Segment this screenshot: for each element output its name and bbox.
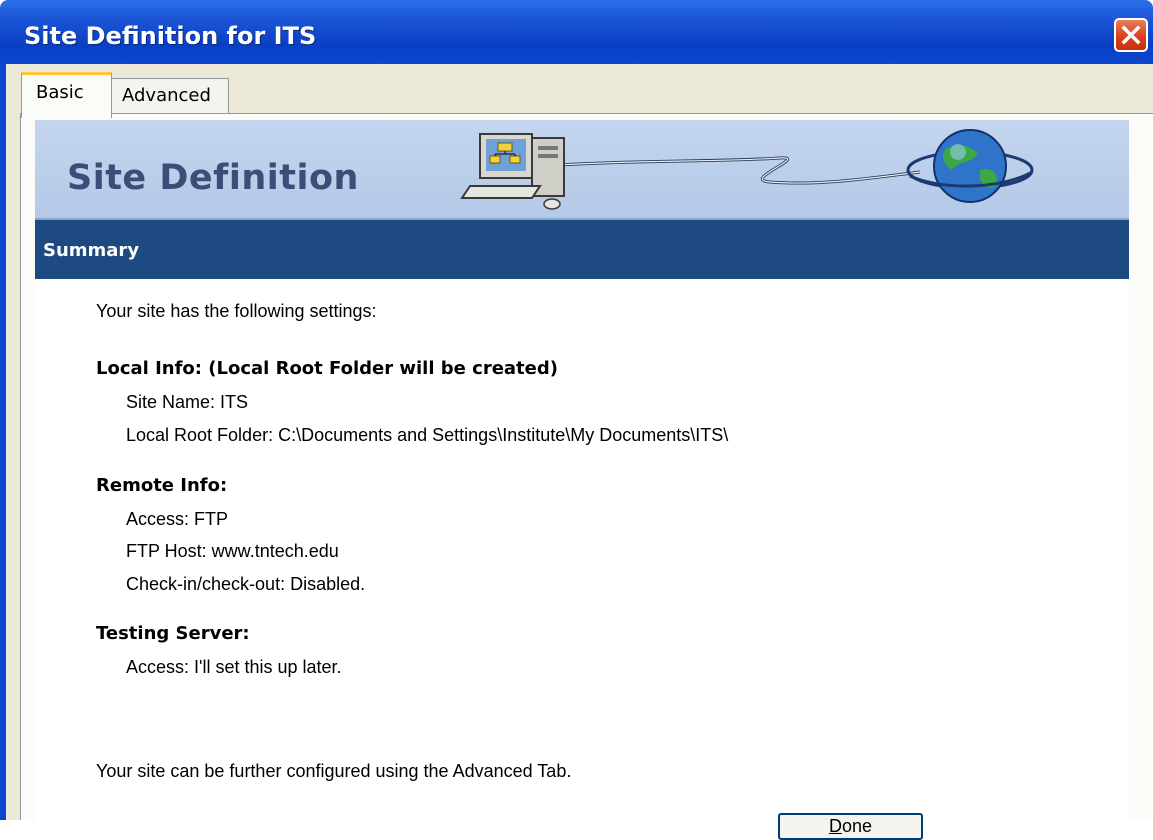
checkin-checkout-value: Check-in/check-out: Disabled.: [126, 574, 366, 594]
title-bar[interactable]: Site Definition for ITS: [0, 0, 1153, 64]
done-label-rest: one: [841, 816, 873, 836]
tab-basic[interactable]: Basic: [21, 72, 112, 118]
testing-access-value: Access: I'll set this up later.: [126, 657, 342, 677]
window-title: Site Definition for ITS: [24, 22, 317, 50]
testing-server-heading: Testing Server:: [96, 623, 250, 644]
remote-access-value: Access: FTP: [126, 509, 229, 529]
advanced-tab-note: Your site can be further configured usin…: [96, 761, 572, 781]
done-mnemonic: D: [828, 816, 842, 836]
local-info-heading: Local Info: (Local Root Folder will be c…: [96, 358, 558, 379]
ftp-host-value: FTP Host: www.tntech.edu: [126, 541, 339, 561]
summary-header: Summary: [35, 218, 1129, 279]
remote-info-heading: Remote Info:: [96, 475, 228, 496]
summary-page: Site Definition Summary Your site has th…: [35, 120, 1129, 820]
tab-basic-label: Basic: [36, 82, 84, 103]
globe-icon: [906, 129, 1034, 203]
done-button-label: Done: [829, 816, 872, 837]
close-icon: [1121, 25, 1141, 45]
done-button[interactable]: Done: [778, 813, 923, 840]
tab-advanced[interactable]: Advanced: [111, 78, 229, 114]
close-button[interactable]: [1114, 18, 1148, 52]
banner-title: Site Definition: [67, 158, 359, 198]
dialog-button-area: [0, 820, 1153, 840]
site-definition-banner: Site Definition: [35, 120, 1129, 218]
computer-icon: [460, 133, 565, 210]
tab-advanced-label: Advanced: [122, 85, 211, 106]
summary-title: Summary: [43, 240, 140, 261]
site-name-value: Site Name: ITS: [126, 392, 249, 412]
summary-intro: Your site has the following settings:: [96, 301, 377, 321]
banner-illustration: [460, 129, 1034, 210]
local-root-folder-value: Local Root Folder: C:\Documents and Sett…: [126, 425, 729, 445]
